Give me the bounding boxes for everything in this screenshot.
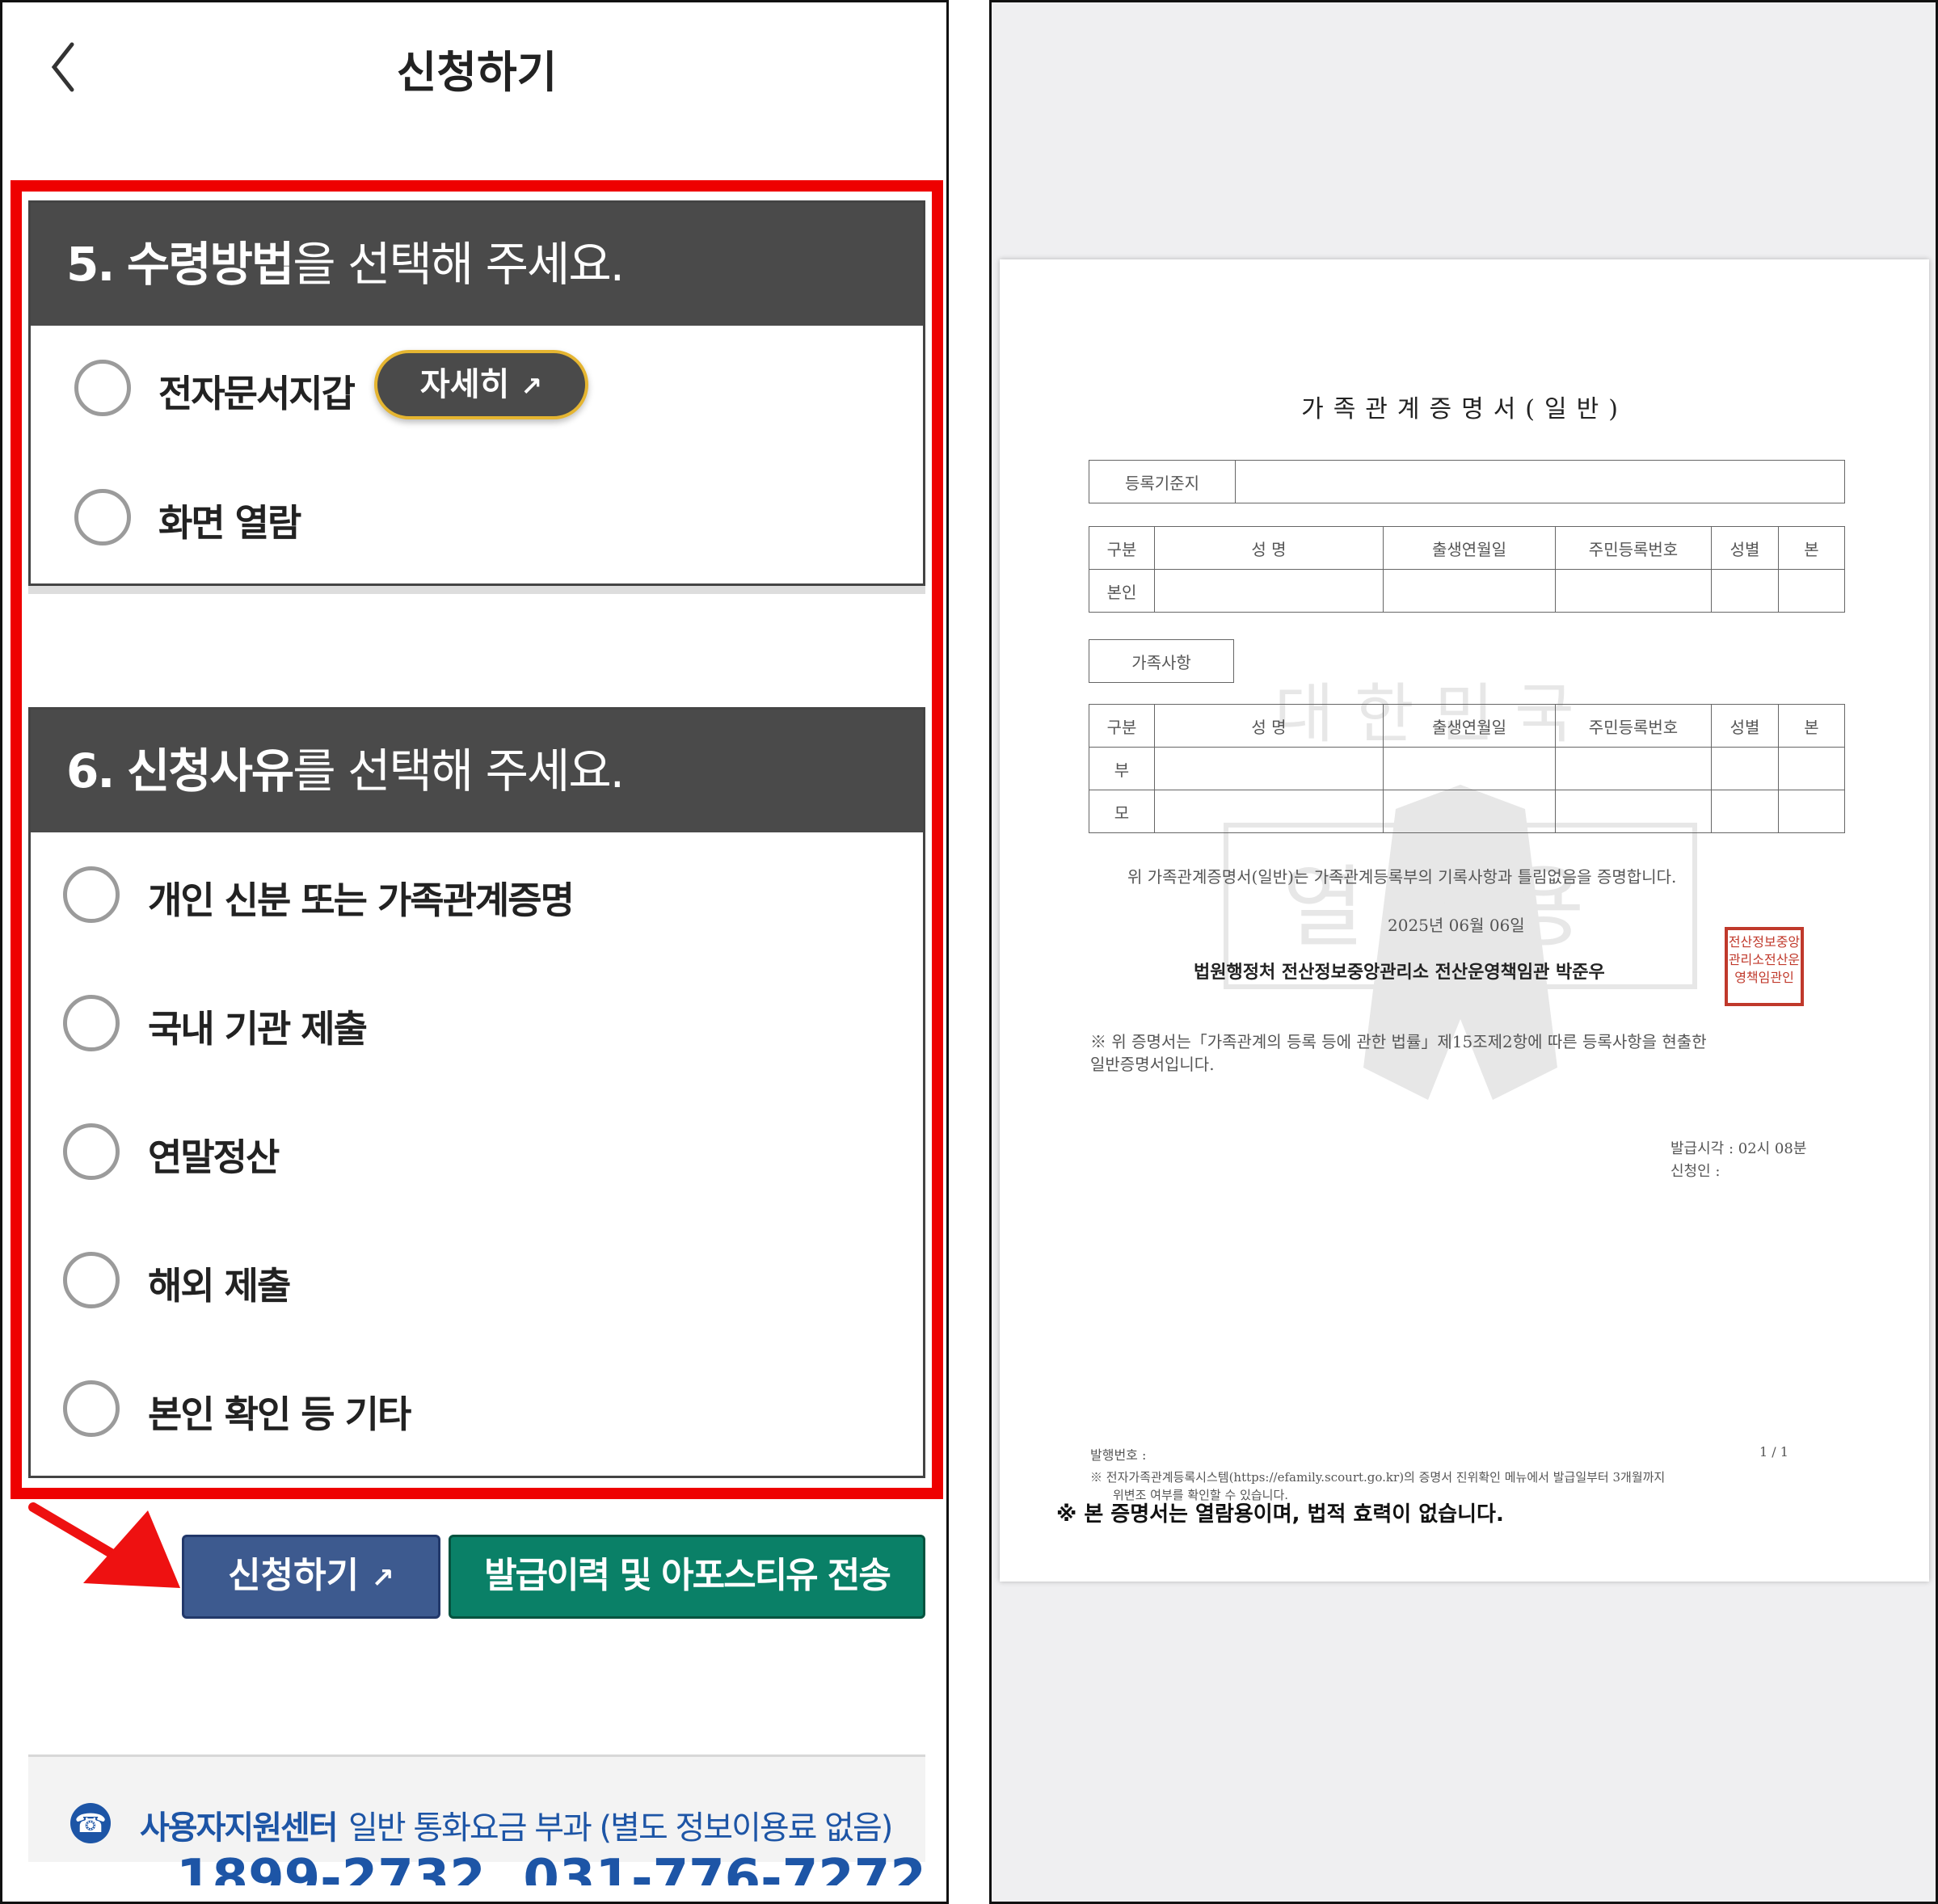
- option-reason-tax[interactable]: 연말정산: [31, 1114, 923, 1194]
- radio-button[interactable]: [74, 360, 131, 416]
- apply-reason-section: 6. 신청사유를 선택해 주세요. 개인 신분 또는 가족관계증명 국내 기관 …: [28, 707, 925, 1478]
- receive-method-section: 5. 수령방법을 선택해 주세요. 전자문서지갑 자세히 ↗ 화면 열람: [28, 200, 925, 586]
- page-indicator: 1 / 1: [1759, 1444, 1788, 1460]
- apply-button[interactable]: 신청하기 ↗: [182, 1535, 440, 1619]
- col-header: 구분: [1089, 704, 1155, 748]
- support-phone-clip: 1899-2732, 031-776-7272: [2, 1853, 946, 1885]
- applicant: 신청인 :: [1670, 1163, 1721, 1180]
- page-title: 신청하기: [396, 47, 558, 98]
- radio-button[interactable]: [63, 866, 120, 923]
- col-header: 구분: [1089, 526, 1155, 570]
- row-label: 부: [1089, 747, 1155, 790]
- family-label-box: 가족사항: [1089, 639, 1234, 683]
- support-note: 일반 통화요금 부과 (별도 정보이용료 없음): [348, 1809, 893, 1847]
- option-label: 개인 신분 또는 가족관계증명: [148, 878, 575, 922]
- option-label: 본인 확인 등 기타: [148, 1392, 411, 1436]
- option-screen-view[interactable]: 화면 열람: [31, 479, 923, 560]
- option-e-wallet[interactable]: 전자문서지갑 자세히 ↗: [31, 350, 923, 431]
- radio-button[interactable]: [74, 489, 131, 546]
- legal-note-cont: 일반증명서입니다.: [1090, 1055, 1215, 1074]
- document-title: 가족관계증명서(일반): [1301, 395, 1628, 423]
- col-header: 출생연월일: [1383, 704, 1556, 748]
- reg-value: [1235, 460, 1845, 503]
- option-label: 연말정산: [148, 1135, 280, 1179]
- option-label: 해외 제출: [148, 1264, 291, 1308]
- issuer-name: 법원행정처 전산정보중앙관리소 전산운영책임관 박준우: [1194, 962, 1605, 983]
- issue-time: 발급시각 : 02시 08분: [1670, 1140, 1807, 1157]
- view-only-notice: ※ 본 증명서는 열람용이며, 법적 효력이 없습니다.: [1056, 1502, 1504, 1527]
- history-apostille-button[interactable]: 발급이력 및 아포스티유 전송: [449, 1535, 925, 1619]
- col-header: 본: [1778, 526, 1845, 570]
- registration-table: 등록기준지: [1089, 460, 1845, 503]
- red-arrow-icon: [28, 1502, 180, 1588]
- option-reason-other[interactable]: 본인 확인 등 기타: [31, 1371, 923, 1451]
- phone-icon: ☎: [70, 1803, 111, 1843]
- family-table: 구분 성 명 출생연월일 주민등록번호 성별 본 부 모: [1089, 704, 1845, 833]
- radio-button[interactable]: [63, 995, 120, 1051]
- section-6-heading: 6. 신청사유를 선택해 주세요.: [31, 710, 923, 832]
- col-header: 성 명: [1154, 526, 1384, 570]
- col-header: 성별: [1711, 526, 1779, 570]
- certify-text: 위 가족관계증명서(일반)는 가족관계등록부의 기록사항과 틀림없음을 증명합니…: [1127, 867, 1677, 887]
- document-page: 대 한 민 국 열 람 용 가족관계증명서(일반) 등록기준지 구분 성 명 출…: [1000, 259, 1929, 1582]
- col-header: 성 명: [1154, 704, 1384, 748]
- reg-label: 등록기준지: [1089, 460, 1236, 503]
- official-seal: 전산정보중앙관리소전산운영책임관인: [1725, 927, 1804, 1006]
- section-5-heading: 5. 수령방법을 선택해 주세요.: [31, 203, 923, 326]
- legal-note: ※ 위 증명서는「가족관계의 등록 등에 관한 법률」제15조제2항에 따른 등…: [1090, 1032, 1707, 1051]
- radio-button[interactable]: [63, 1252, 120, 1308]
- option-reason-domestic[interactable]: 국내 기관 제출: [31, 985, 923, 1066]
- issue-date: 2025년 06월 06일: [1388, 916, 1525, 935]
- option-reason-identity[interactable]: 개인 신분 또는 가족관계증명: [31, 857, 923, 937]
- section-divider: [28, 586, 925, 594]
- radio-button[interactable]: [63, 1380, 120, 1437]
- option-label: 전자문서지갑: [158, 372, 356, 415]
- document-viewer: 대 한 민 국 열 람 용 가족관계증명서(일반) 등록기준지 구분 성 명 출…: [989, 0, 1938, 1904]
- option-label: 화면 열람: [158, 501, 301, 545]
- option-label: 국내 기관 제출: [148, 1007, 368, 1051]
- support-phone-number[interactable]: 1899-2732, 031-776-7272: [176, 1853, 926, 1885]
- radio-button[interactable]: [63, 1123, 120, 1180]
- col-header: 본: [1778, 704, 1845, 748]
- row-label: 모: [1089, 790, 1155, 833]
- app-screen: 신청하기 5. 수령방법을 선택해 주세요. 전자문서지갑 자세히 ↗ 화면 열…: [0, 0, 949, 1904]
- issue-number: 발행번호 :: [1090, 1447, 1147, 1463]
- detail-button[interactable]: 자세히 ↗: [374, 350, 588, 419]
- self-table: 구분 성 명 출생연월일 주민등록번호 성별 본 본인: [1089, 526, 1845, 613]
- col-header: 주민등록번호: [1555, 704, 1712, 748]
- external-link-icon: ↗: [520, 371, 543, 402]
- support-center-title: 사용자지원센터: [140, 1809, 339, 1847]
- col-header: 출생연월일: [1383, 526, 1556, 570]
- col-header: 주민등록번호: [1555, 526, 1712, 570]
- verification-note: ※ 전자가족관계등록시스템(https://efamily.scourt.go.…: [1090, 1470, 1666, 1485]
- col-header: 성별: [1711, 704, 1779, 748]
- external-link-icon: ↗: [371, 1562, 394, 1594]
- row-label: 본인: [1089, 569, 1155, 613]
- option-reason-overseas[interactable]: 해외 제출: [31, 1242, 923, 1323]
- family-label: 가족사항: [1089, 639, 1234, 683]
